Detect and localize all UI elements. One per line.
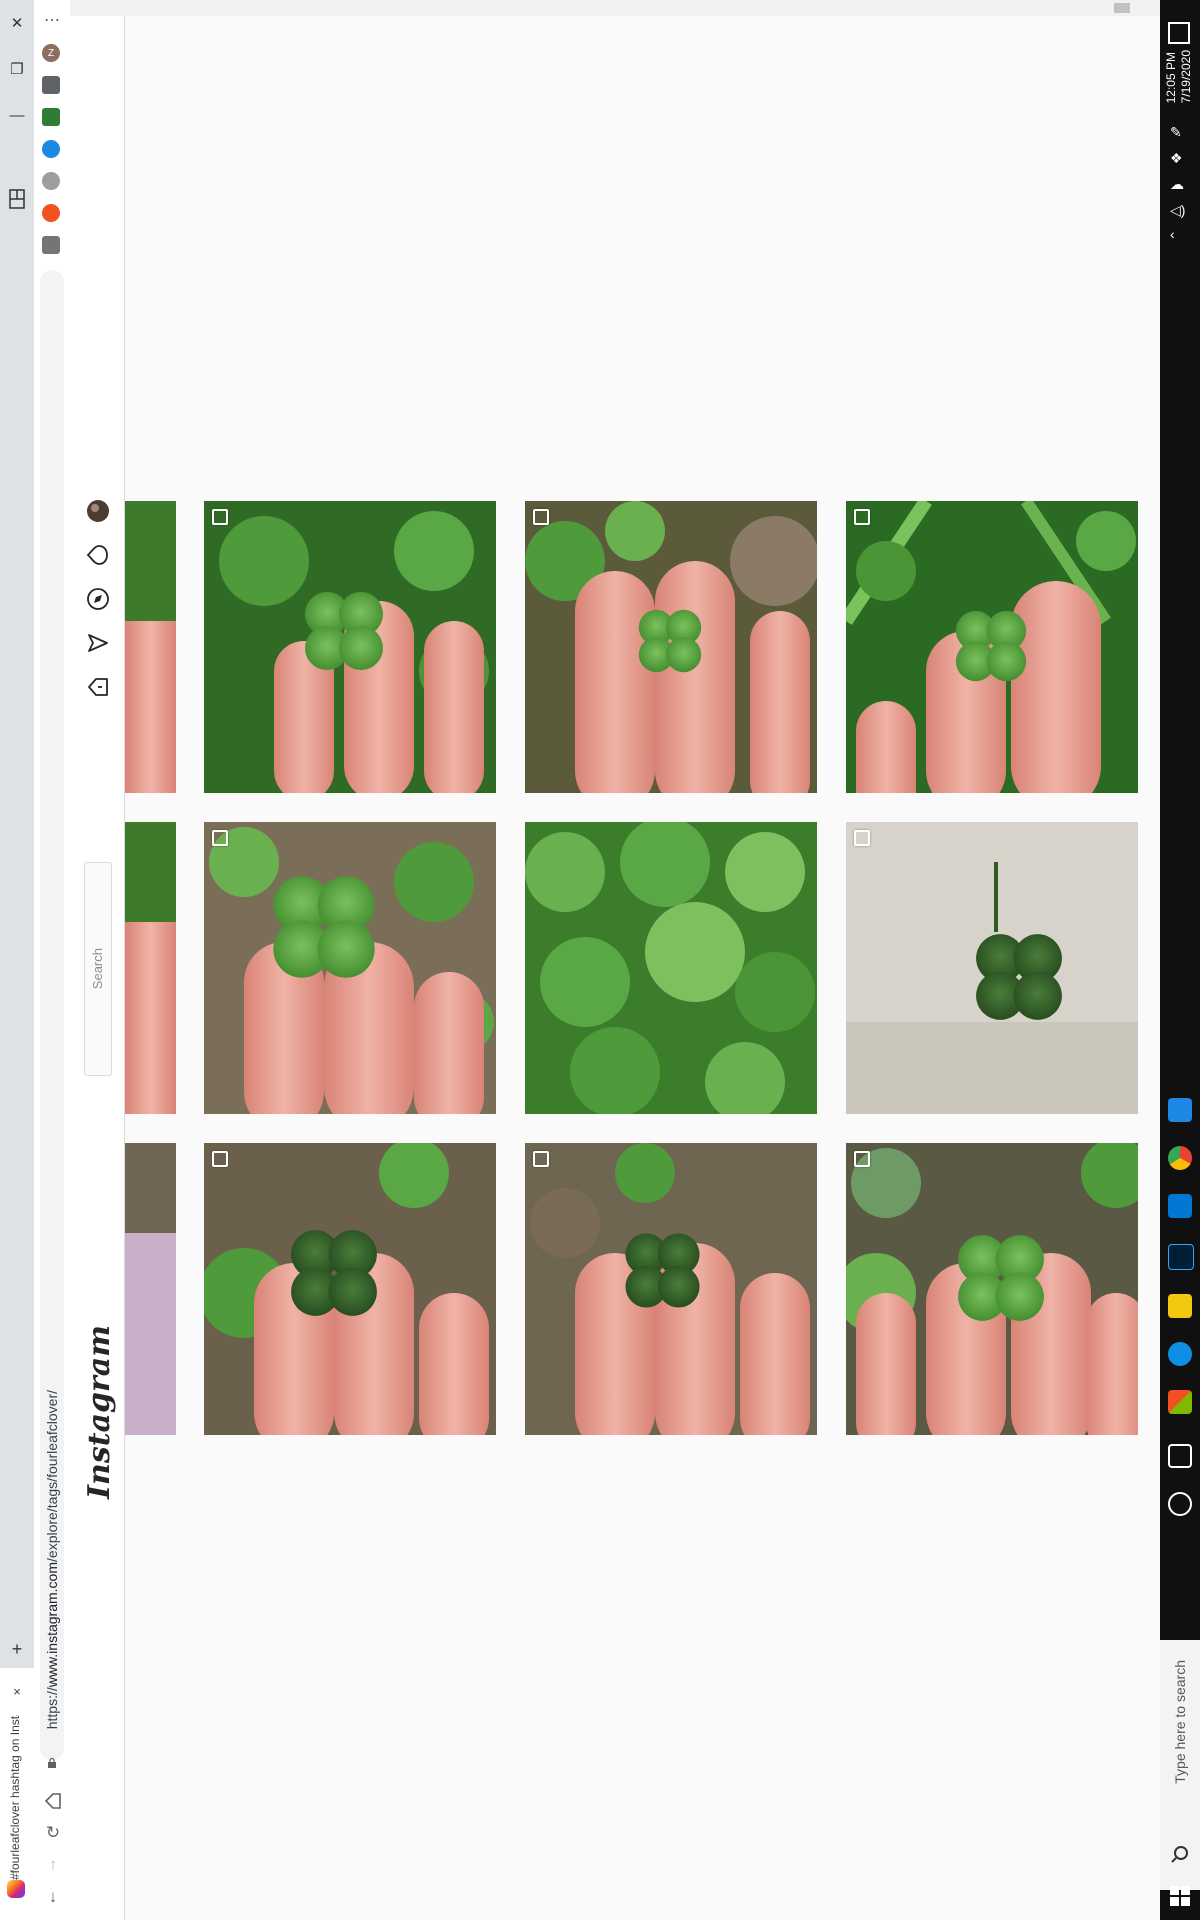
taskbar-app-settings-icon[interactable] <box>1168 1098 1192 1122</box>
lock-icon <box>46 1756 58 1768</box>
forward-icon[interactable]: ↑ <box>42 1854 64 1876</box>
photo-tile[interactable] <box>525 822 817 1114</box>
multi-post-icon <box>533 509 549 525</box>
clock-time: 12:05 PM <box>1164 52 1178 104</box>
new-tab-button[interactable]: + <box>0 1632 34 1666</box>
multi-post-icon <box>854 1151 870 1167</box>
minimize-window-icon[interactable]: — <box>0 98 34 132</box>
multi-post-icon <box>212 509 228 525</box>
photo-tile[interactable] <box>846 501 1138 793</box>
url-host: www.instagram.com <box>44 1561 60 1688</box>
extension-orange-icon[interactable] <box>42 204 60 222</box>
multi-post-icon <box>854 509 870 525</box>
instagram-logo[interactable]: Instagram <box>82 1325 117 1499</box>
windows-start-icon[interactable] <box>1170 1886 1190 1906</box>
taskbar-chrome-icon[interactable] <box>1168 1146 1192 1170</box>
activity-heart-icon[interactable] <box>85 542 111 568</box>
photo-tile[interactable] <box>204 1143 496 1435</box>
tab-close-button[interactable]: × <box>6 1680 28 1702</box>
extension-gray-icon[interactable] <box>42 172 60 190</box>
explore-icon[interactable] <box>85 586 111 612</box>
profile-avatar[interactable] <box>85 498 111 524</box>
chevron-up-icon[interactable]: ‹ <box>1170 226 1175 242</box>
close-window-icon[interactable]: ✕ <box>0 6 34 40</box>
multi-post-icon <box>212 830 228 846</box>
home-browser-icon[interactable] <box>42 1790 64 1812</box>
photo-tile[interactable] <box>125 822 176 1114</box>
instagram-favicon-icon <box>7 1880 25 1898</box>
direct-icon[interactable] <box>85 630 111 656</box>
url-prefix: https:// <box>44 1687 60 1730</box>
photo-tile[interactable] <box>525 1143 817 1435</box>
taskbar-clock[interactable]: 12:05 PM 7/19/2020 <box>1164 50 1194 103</box>
cortana-icon[interactable] <box>1168 1492 1192 1516</box>
windows-taskbar <box>1160 0 1200 1920</box>
photo-tile[interactable] <box>125 1143 176 1435</box>
browser-tab-strip: ✕ ❐ — + × #fourleafclover hashtag on Ins… <box>0 0 34 1920</box>
task-view-icon[interactable] <box>1168 1444 1192 1468</box>
back-icon[interactable]: ↓ <box>42 1886 64 1908</box>
photo-tile[interactable] <box>846 822 1138 1114</box>
onedrive-icon[interactable]: ☁ <box>1170 176 1184 193</box>
tab-actions-icon[interactable] <box>0 182 34 216</box>
photo-tile[interactable] <box>204 822 496 1114</box>
restore-window-icon[interactable]: ❐ <box>0 52 34 86</box>
search-icon <box>1170 1844 1190 1864</box>
taskbar-edge-icon[interactable] <box>1168 1342 1192 1366</box>
taskbar-outlook-icon[interactable] <box>1168 1194 1192 1218</box>
extension-g-icon[interactable] <box>42 236 60 254</box>
multi-post-icon <box>533 1151 549 1167</box>
multi-post-icon <box>212 1151 228 1167</box>
clock-date: 7/19/2020 <box>1179 50 1193 104</box>
search-placeholder: Search <box>90 948 105 990</box>
home-icon[interactable] <box>85 674 111 700</box>
volume-icon[interactable]: ◁) <box>1170 202 1185 219</box>
taskbar-file-explorer-icon[interactable] <box>1168 1294 1192 1318</box>
extension-photo-icon[interactable] <box>42 108 60 126</box>
network-icon[interactable]: ✎ <box>1170 124 1182 141</box>
photo-tile[interactable] <box>204 501 496 793</box>
taskbar-photoshop-icon[interactable] <box>1168 1244 1194 1270</box>
horizontal-scrollbar[interactable] <box>70 0 1160 16</box>
photo-tile[interactable] <box>846 1143 1138 1435</box>
dropbox-icon[interactable]: ❖ <box>1170 150 1183 167</box>
url-text[interactable]: https://www.instagram.com/explore/tags/f… <box>44 1390 60 1729</box>
tab-title: #fourleafclover hashtag on Insta… <box>8 1715 22 1880</box>
photo-tile[interactable] <box>125 501 176 793</box>
extension-blue-icon[interactable] <box>42 140 60 158</box>
browser-menu-icon[interactable]: ⋯ <box>40 8 64 32</box>
photo-tile[interactable] <box>525 501 817 793</box>
notifications-icon[interactable] <box>1168 22 1190 44</box>
scrollbar-thumb[interactable] <box>1114 3 1130 13</box>
extensions-puzzle-icon[interactable] <box>42 76 60 94</box>
url-path: /explore/tags/fourleafclover/ <box>44 1390 60 1562</box>
multi-post-icon <box>854 830 870 846</box>
profile-avatar[interactable]: Z <box>42 44 60 62</box>
taskbar-store-icon[interactable] <box>1168 1390 1192 1414</box>
taskbar-search-placeholder: Type here to search <box>1172 1660 1188 1784</box>
reload-icon[interactable]: ↻ <box>42 1822 64 1844</box>
